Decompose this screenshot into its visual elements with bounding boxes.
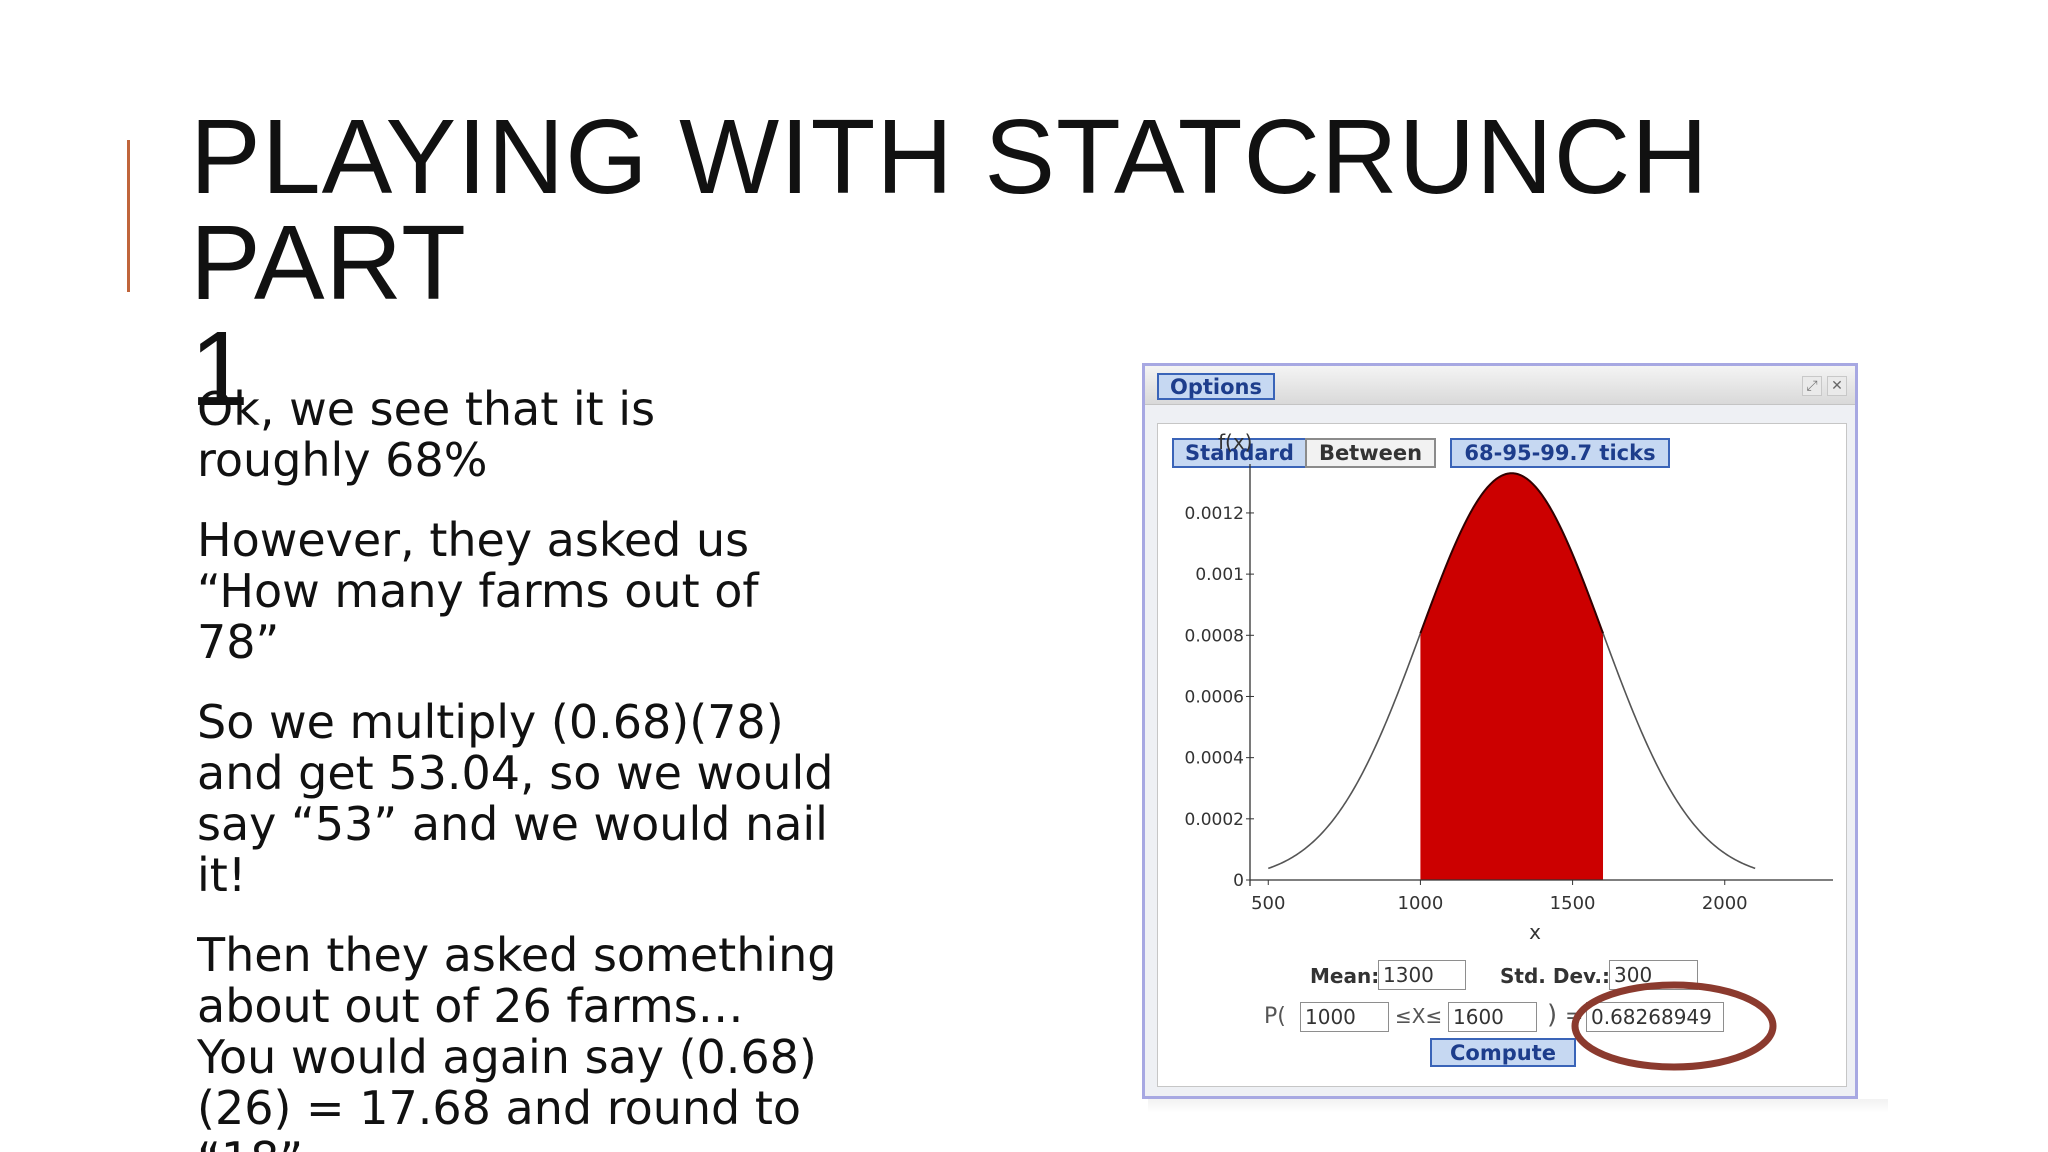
mean-input[interactable]: [1378, 960, 1466, 990]
y-axis-label: f(x): [1218, 430, 1252, 454]
x-tick-label: 500: [1251, 893, 1285, 914]
y-tick-label: 0.0012: [1185, 504, 1244, 524]
probability-close: ): [1547, 1000, 1558, 1030]
slide-title-line-1: PLAYING WITH STATCRUNCH PART: [190, 98, 1709, 322]
body-paragraph: However, they asked us “How many farms o…: [197, 513, 759, 669]
normal-distribution-plot: 0 0.0002 0.0004 0.0006 0.0008 0.001 0.0012 500…: [1185, 430, 1833, 944]
y-tick-label: 0.001: [1195, 565, 1244, 585]
y-tick-label: 0.0008: [1185, 626, 1244, 646]
between-symbol: ≤X≤: [1395, 1004, 1443, 1028]
body-paragraph: Ok, we see that it is roughly 68%: [197, 384, 656, 487]
mean-label: Mean:: [1310, 964, 1380, 988]
options-button[interactable]: Options: [1157, 373, 1275, 400]
lower-bound-input[interactable]: [1300, 1002, 1389, 1032]
calculator-toolbar: Options ⤢ ✕: [1145, 366, 1855, 405]
y-axis-ticks: 0 0.0002 0.0004 0.0006 0.0008 0.001 0.0012: [1185, 504, 1254, 891]
body-paragraph: So we multiply (0.68)(78) and get 53.04,…: [197, 695, 834, 902]
result-highlight-circle: [1571, 981, 1777, 1071]
probability-open: P(: [1264, 1004, 1286, 1029]
body-paragraph: Then they asked something about out of 2…: [197, 928, 837, 1152]
compute-button[interactable]: Compute: [1430, 1038, 1576, 1067]
x-axis-ticks: 500 1000 1500 2000: [1251, 880, 1748, 914]
upper-bound-input[interactable]: [1448, 1002, 1537, 1032]
y-tick-label: 0.0006: [1185, 687, 1244, 707]
x-tick-label: 2000: [1702, 893, 1748, 914]
close-icon[interactable]: ✕: [1827, 376, 1847, 396]
x-tick-label: 1000: [1398, 893, 1444, 914]
y-tick-label: 0.0002: [1185, 810, 1244, 830]
x-tick-label: 1500: [1550, 893, 1596, 914]
window-bottom-shadow: [1148, 1099, 1888, 1113]
shaded-probability-area: [1420, 473, 1604, 880]
y-tick-label: 0.0004: [1185, 749, 1244, 769]
x-axis-label: x: [1529, 920, 1541, 944]
slide-body: Ok, we see that it is roughly 68% Howeve…: [197, 384, 837, 1152]
expand-icon[interactable]: ⤢: [1802, 376, 1822, 396]
y-tick-label: 0: [1233, 871, 1244, 891]
title-accent-bar: [127, 140, 130, 292]
